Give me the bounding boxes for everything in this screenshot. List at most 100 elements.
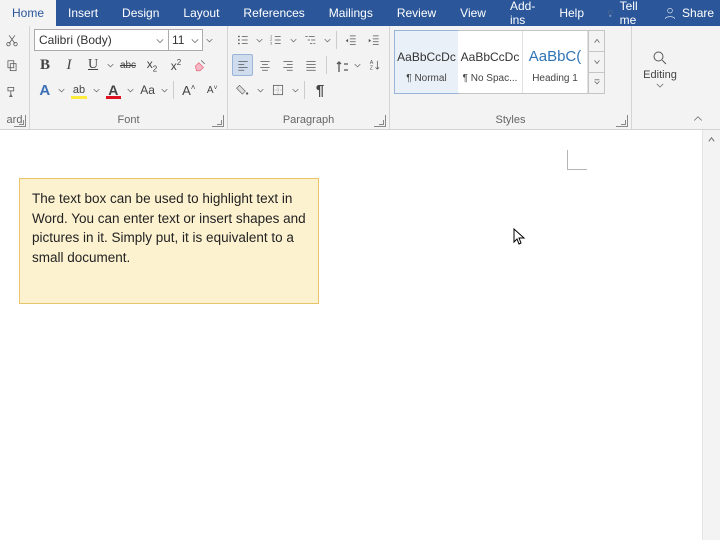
- style-name: ¶ Normal: [406, 73, 446, 84]
- sort-button[interactable]: AZ: [364, 54, 385, 76]
- underline-button[interactable]: U: [82, 54, 104, 76]
- borders-dropdown[interactable]: [291, 88, 300, 93]
- style-name: ¶ No Spac...: [463, 73, 518, 84]
- style-heading1[interactable]: AaBbC( Heading 1: [523, 31, 588, 93]
- numbering-button[interactable]: 123: [266, 29, 287, 51]
- ribbon: ard Calibri (Body) 11: [0, 26, 720, 130]
- tab-insert[interactable]: Insert: [56, 0, 110, 26]
- style-preview: AaBbC(: [529, 41, 582, 73]
- gallery-scroll-up[interactable]: [589, 31, 604, 52]
- editing-button[interactable]: Editing: [643, 49, 677, 88]
- bullets-button[interactable]: [232, 29, 253, 51]
- font-size-value: 11: [172, 33, 184, 47]
- line-spacing-button[interactable]: [331, 54, 352, 76]
- group-label-font: Font: [30, 111, 227, 129]
- chevron-down-icon: [656, 83, 664, 88]
- decrease-indent-button[interactable]: [341, 29, 362, 51]
- align-right-button[interactable]: [278, 54, 299, 76]
- tab-view[interactable]: View: [448, 0, 498, 26]
- text-box[interactable]: The text box can be used to highlight te…: [19, 178, 319, 304]
- text-box-content: The text box can be used to highlight te…: [32, 191, 306, 265]
- style-preview: AaBbCcDc: [461, 41, 520, 73]
- align-left-button[interactable]: [232, 54, 253, 76]
- svg-text:A: A: [369, 60, 373, 66]
- grow-font-button[interactable]: A˄: [178, 79, 199, 101]
- multilevel-list-button[interactable]: [300, 29, 321, 51]
- tab-help[interactable]: Help: [547, 0, 596, 26]
- underline-dropdown[interactable]: [106, 63, 115, 68]
- clipboard-dialog-launcher[interactable]: [14, 115, 26, 127]
- tab-review[interactable]: Review: [385, 0, 448, 26]
- text-effects-dropdown[interactable]: [57, 88, 66, 93]
- font-more-dropdown[interactable]: [205, 38, 214, 43]
- highlight-button[interactable]: ab: [68, 79, 89, 101]
- font-color-button[interactable]: A: [103, 79, 124, 101]
- show-hide-button[interactable]: ¶: [309, 79, 331, 101]
- font-dialog-launcher[interactable]: [212, 115, 224, 127]
- person-icon: [663, 6, 677, 20]
- change-case-button[interactable]: Aa: [137, 79, 158, 101]
- paragraph-dialog-launcher[interactable]: [374, 115, 386, 127]
- svg-text:Z: Z: [369, 66, 373, 72]
- gallery-scroll-down[interactable]: [589, 52, 604, 73]
- scroll-up-button[interactable]: [703, 130, 720, 148]
- numbering-dropdown[interactable]: [289, 38, 298, 43]
- subscript-button[interactable]: x2: [141, 54, 163, 76]
- find-icon: [651, 49, 669, 67]
- tab-tellme[interactable]: Tell me: [596, 0, 653, 26]
- format-painter-button[interactable]: [3, 82, 21, 102]
- tab-addins[interactable]: Add-ins: [498, 0, 547, 26]
- editing-label: Editing: [643, 69, 677, 81]
- font-size-select[interactable]: 11: [169, 29, 203, 51]
- superscript-button[interactable]: x2: [165, 54, 187, 76]
- mouse-cursor-icon: [513, 228, 527, 246]
- line-spacing-dropdown[interactable]: [354, 63, 363, 68]
- change-case-dropdown[interactable]: [160, 88, 169, 93]
- bold-button[interactable]: B: [34, 54, 56, 76]
- group-label-clipboard: ard: [0, 111, 29, 129]
- increase-indent-button[interactable]: [364, 29, 385, 51]
- chevron-down-icon: [191, 33, 199, 47]
- style-preview: AaBbCcDc: [397, 41, 456, 73]
- svg-text:3: 3: [271, 42, 273, 46]
- cut-button[interactable]: [3, 30, 21, 50]
- bullets-dropdown[interactable]: [255, 38, 264, 43]
- page-corner-mark: [567, 150, 587, 170]
- strikethrough-button[interactable]: abc: [117, 54, 139, 76]
- tab-design[interactable]: Design: [110, 0, 171, 26]
- styles-gallery: AaBbCcDc ¶ Normal AaBbCcDc ¶ No Spac... …: [394, 30, 605, 94]
- tab-references[interactable]: References: [231, 0, 316, 26]
- tab-share[interactable]: Share: [653, 0, 720, 26]
- clear-formatting-button[interactable]: [189, 54, 211, 76]
- multilevel-dropdown[interactable]: [323, 38, 332, 43]
- text-effects-button[interactable]: A: [34, 79, 55, 101]
- group-label-paragraph: Paragraph: [228, 111, 389, 129]
- gallery-expand[interactable]: [589, 73, 604, 93]
- copy-button[interactable]: [3, 56, 21, 76]
- style-normal[interactable]: AaBbCcDc ¶ Normal: [394, 30, 459, 94]
- tellme-label: Tell me: [620, 0, 643, 27]
- shading-button[interactable]: [232, 79, 254, 101]
- ribbon-tabs: Home Insert Design Layout References Mai…: [0, 0, 720, 26]
- font-name-select[interactable]: Calibri (Body): [34, 29, 169, 51]
- borders-button[interactable]: [267, 79, 289, 101]
- lightbulb-icon: [606, 6, 615, 20]
- highlight-dropdown[interactable]: [92, 88, 101, 93]
- align-center-button[interactable]: [255, 54, 276, 76]
- font-name-value: Calibri (Body): [39, 33, 112, 47]
- italic-button[interactable]: I: [58, 54, 80, 76]
- tab-home[interactable]: Home: [0, 0, 56, 26]
- shrink-font-button[interactable]: A˅: [202, 79, 223, 101]
- justify-button[interactable]: [301, 54, 322, 76]
- collapse-ribbon-button[interactable]: [692, 113, 704, 125]
- tab-mailings[interactable]: Mailings: [317, 0, 385, 26]
- share-label: Share: [682, 6, 714, 20]
- shading-dropdown[interactable]: [256, 88, 265, 93]
- tab-layout[interactable]: Layout: [171, 0, 231, 26]
- style-no-spacing[interactable]: AaBbCcDc ¶ No Spac...: [458, 31, 523, 93]
- font-color-dropdown[interactable]: [126, 88, 135, 93]
- styles-dialog-launcher[interactable]: [616, 115, 628, 127]
- document-area[interactable]: The text box can be used to highlight te…: [0, 130, 720, 540]
- vertical-scrollbar[interactable]: [702, 130, 720, 540]
- group-label-styles: Styles: [390, 111, 631, 129]
